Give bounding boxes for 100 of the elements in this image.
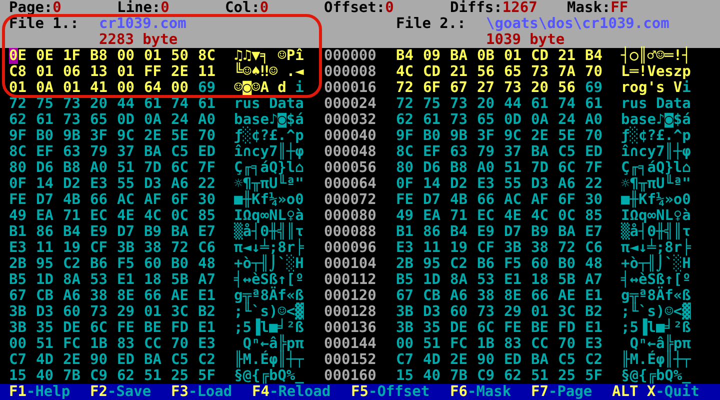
hex-byte: 01 bbox=[144, 48, 162, 64]
hex-byte: BA bbox=[144, 144, 162, 160]
function-key[interactable]: F6-Mask bbox=[450, 384, 512, 400]
hex-byte: ED bbox=[117, 352, 134, 368]
hex-byte: AF bbox=[144, 192, 162, 208]
ascii-text: rog's Vi bbox=[621, 80, 691, 96]
offset-label: 000016 bbox=[324, 80, 376, 96]
hex-byte: 38 bbox=[477, 288, 494, 304]
hex-byte: 51 bbox=[423, 336, 440, 352]
hex-byte: 4B bbox=[450, 192, 468, 208]
hex-byte: 8E bbox=[117, 288, 134, 304]
hex-byte: 19 bbox=[63, 240, 80, 256]
ascii-text: π◄↓╧;8r╞ bbox=[234, 240, 304, 256]
hex-byte: 61 bbox=[144, 96, 162, 112]
hex-byte: 01 bbox=[36, 64, 54, 80]
offset-label: 000000 bbox=[324, 48, 376, 64]
hex-byte: 66 bbox=[477, 192, 494, 208]
ascii-text: ╡↔èSß↑[º bbox=[621, 272, 691, 288]
hex-byte: D7 bbox=[117, 224, 134, 240]
hex-byte: 7A bbox=[558, 64, 576, 80]
hex-byte: 61 bbox=[36, 112, 54, 128]
hex-byte: 8A bbox=[63, 272, 80, 288]
hex-byte: 29 bbox=[117, 304, 134, 320]
hex-byte: B0 bbox=[171, 256, 188, 272]
ascii-text: IΩq∞NL♀à bbox=[621, 208, 691, 224]
hex-byte: 9B bbox=[63, 128, 80, 144]
hex-byte: D7 bbox=[423, 192, 440, 208]
offset-label: 000064 bbox=[324, 176, 376, 192]
hex-byte: 9C bbox=[117, 128, 134, 144]
hex-byte: D6 bbox=[423, 160, 440, 176]
offset-label: 000032 bbox=[324, 112, 376, 128]
hex-byte: 8C bbox=[9, 144, 26, 160]
hex-byte: 20 bbox=[90, 96, 108, 112]
hex-byte: C5 bbox=[171, 352, 188, 368]
hex-byte: 9B bbox=[450, 128, 468, 144]
function-key[interactable]: F7-Page bbox=[531, 384, 592, 400]
hex-byte: 70 bbox=[558, 336, 576, 352]
file-size: 2283 byte bbox=[99, 32, 179, 48]
hex-byte: 56 bbox=[477, 64, 494, 80]
hex-byte: D2 bbox=[63, 176, 80, 192]
hex-byte: 8C bbox=[198, 48, 216, 64]
hex-byte: 73 bbox=[477, 304, 494, 320]
ascii-text: Qⁿ←â╠pπ bbox=[242, 336, 304, 352]
hex-byte: 37 bbox=[117, 144, 134, 160]
ascii-text: base♪◙$á bbox=[234, 112, 304, 128]
hex-byte: 86 bbox=[36, 224, 54, 240]
hex-byte: ED bbox=[585, 144, 602, 160]
hex-byte: ED bbox=[504, 352, 522, 368]
function-key[interactable]: F2-Save bbox=[90, 384, 152, 400]
ascii-text: §@{╔bQ%_ bbox=[234, 368, 304, 384]
function-key[interactable]: ALT X-Quit bbox=[612, 384, 700, 400]
hex-byte: BE bbox=[144, 320, 162, 336]
hex-byte: BA bbox=[531, 352, 548, 368]
hex-byte: 51 bbox=[531, 368, 548, 384]
hex-byte: 40 bbox=[36, 368, 54, 384]
function-key[interactable]: F1-Help bbox=[9, 384, 70, 400]
hex-byte: E1 bbox=[504, 272, 522, 288]
hex-byte: CC bbox=[144, 336, 162, 352]
function-key[interactable]: F5-Offset bbox=[351, 384, 430, 400]
function-key[interactable]: F3-Load bbox=[171, 384, 232, 400]
ascii-text: ☼¶╥πU╙ª" bbox=[621, 176, 691, 192]
hex-byte: 63 bbox=[63, 144, 80, 160]
hex-byte: 4D bbox=[423, 352, 440, 368]
hex-byte: C6 bbox=[198, 240, 216, 256]
hex-byte: E3 bbox=[9, 240, 26, 256]
hex-byte: 65 bbox=[477, 112, 494, 128]
hex-byte: 5B bbox=[171, 272, 188, 288]
hex-byte: 7D bbox=[531, 160, 548, 176]
hex-byte: E3 bbox=[90, 176, 108, 192]
hex-byte: FC bbox=[450, 336, 468, 352]
hex-byte: 38 bbox=[144, 240, 162, 256]
hex-byte: 0A bbox=[531, 112, 548, 128]
hex-byte: 85 bbox=[585, 208, 602, 224]
hex-byte: E3 bbox=[198, 336, 216, 352]
hex-byte: 90 bbox=[477, 352, 494, 368]
hex-byte: 01 bbox=[531, 304, 548, 320]
hex-byte: 80 bbox=[9, 160, 26, 176]
hex-byte: 0F bbox=[396, 176, 414, 192]
hex-byte: B8 bbox=[450, 160, 468, 176]
hex-byte: B9 bbox=[531, 224, 548, 240]
hex-byte: BE bbox=[531, 320, 548, 336]
ascii-text: ƒ░¢?£.^p bbox=[621, 128, 691, 144]
hex-byte: 2B bbox=[9, 256, 26, 272]
hex-byte: B4 bbox=[396, 48, 414, 64]
hex-byte: B5 bbox=[9, 272, 26, 288]
hex-byte: 62 bbox=[9, 112, 26, 128]
hex-byte: 66 bbox=[144, 288, 162, 304]
hex-byte: 8A bbox=[450, 272, 468, 288]
ascii-text: ƒ░¢?£.^p bbox=[234, 128, 304, 144]
hex-byte: 4C bbox=[396, 64, 414, 80]
hex-byte: 4C bbox=[531, 208, 548, 224]
offset-label: 000136 bbox=[324, 320, 376, 336]
file-name: \goats\dos\cr1039.com bbox=[486, 16, 670, 32]
hex-byte: D3 bbox=[423, 304, 440, 320]
hex-byte: 14 bbox=[423, 176, 440, 192]
hex-byte: 00 bbox=[9, 336, 26, 352]
offset-label: 000144 bbox=[324, 336, 376, 352]
function-key[interactable]: F4-Reload bbox=[252, 384, 331, 400]
status-label: Offset: bbox=[324, 0, 386, 16]
hex-byte: 7B bbox=[450, 368, 468, 384]
